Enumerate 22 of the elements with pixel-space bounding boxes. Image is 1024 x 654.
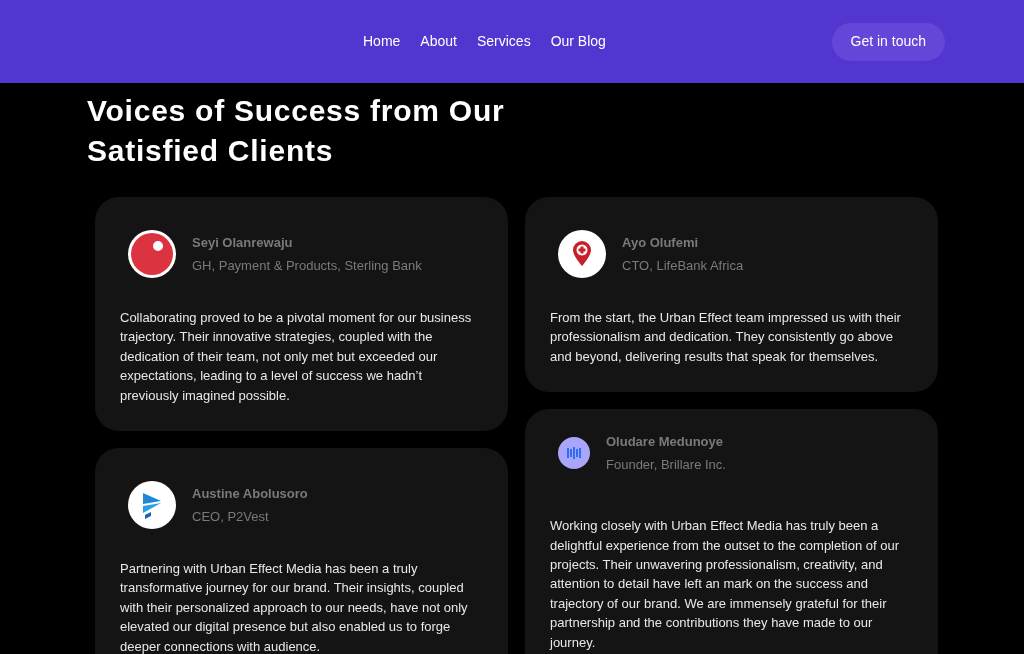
nav-link[interactable]: Home [363, 31, 401, 52]
client-role: CTO, LifeBank Africa [622, 256, 744, 275]
dot-logo-icon [128, 230, 176, 278]
testimonial-quote: Partnering with Urban Effect Media has been a truly transformative journey for our brand. Their insights, coupled with their personalized approach to our needs, have not only elevated our digital presence but also enabled us to forge deeper connections with audience. [120, 560, 469, 654]
client-role: Founder, Brillare Inc. [606, 455, 726, 474]
client-role: GH, Payment & Products, Sterling Bank [192, 256, 422, 275]
client-name: Seyi Olanrewaju [192, 234, 294, 252]
sound-bars-logo-icon [558, 437, 590, 470]
client-role: CEO, P2Vest [192, 507, 270, 526]
client-name: Austine Abolusoro [192, 485, 308, 504]
map-pin-plus-icon [558, 230, 606, 278]
nav-link[interactable]: Our Blog [550, 31, 606, 52]
nav-link[interactable]: About [420, 31, 457, 52]
testimonial-quote: From the start, the Urban Effect team impressed us with their professionalism and dedication. They consistently go above and beyond, delivering results that speak for themselves. [550, 309, 902, 366]
get-in-touch-button[interactable]: Get in touch [831, 22, 945, 61]
client-name: Ayo Olufemi [622, 234, 700, 252]
nav-link[interactable]: Services [476, 31, 531, 52]
arrows-logo-icon [128, 481, 176, 530]
client-name: Oludare Medunoye [606, 433, 725, 452]
section-heading: Voices of Success from Our Satisfied Clients [87, 93, 506, 169]
testimonial-quote: Collaborating proved to be a pivotal moment for our business trajectory. Their innovative strategies, coupled with the dedication of their team, not only met but exceeded our expectations, leading to a level of success we hadn’t previously imagined possible. [120, 309, 473, 405]
testimonial-quote: Working closely with Urban Effect Media has truly been a delightful experience from the outset to the completion of our projects. Their unwavering professionalism, creativity, and attention to detail have left an mark on the success and trajectory of our brand. We are immensely grateful for their partnership and the contributions they have made to our journey. [550, 517, 901, 652]
